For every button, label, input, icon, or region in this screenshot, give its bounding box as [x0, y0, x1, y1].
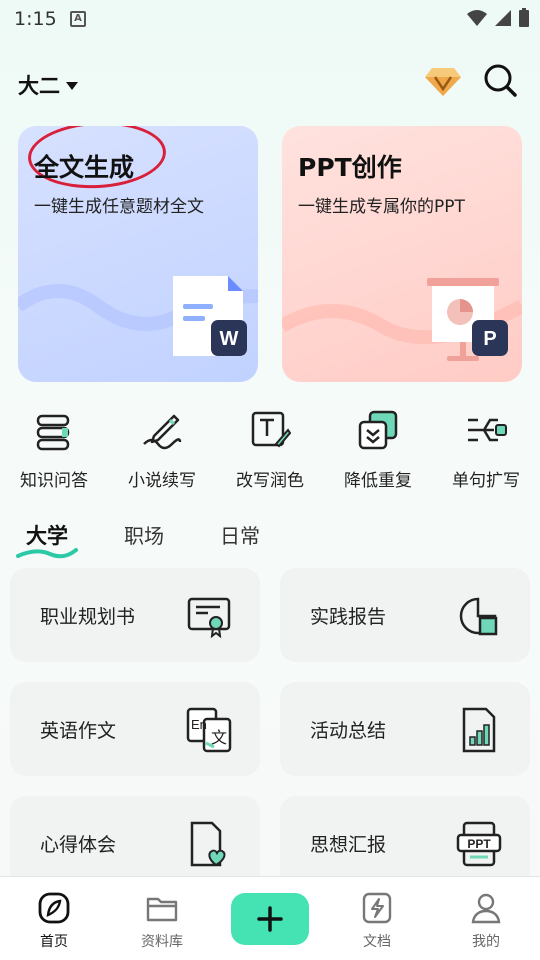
ppt-presentation-icon: P [282, 278, 522, 361]
svg-text:文: 文 [211, 728, 227, 747]
quick-reduce-duplicate[interactable]: 降低重复 [324, 408, 432, 498]
bottom-nav: 首页 资料库 文档 我的 [0, 876, 540, 960]
create-plus-button[interactable] [231, 893, 309, 945]
nav-mine[interactable]: 我的 [441, 891, 531, 951]
nav-label: 首页 [40, 934, 68, 950]
branch-icon [468, 418, 507, 442]
ppt-doc-icon: PPT [456, 821, 502, 867]
word-document-icon: W [18, 276, 258, 356]
status-time: 1:15 [14, 8, 57, 30]
quick-sentence-expand[interactable]: 单句扩写 [432, 408, 540, 498]
certificate-icon [187, 597, 231, 639]
category-tabs: 大学 职场 日常 [0, 514, 540, 560]
card-title: 全文生成 [34, 153, 135, 182]
folder-icon [146, 897, 178, 922]
template-label: 实践报告 [310, 606, 387, 628]
search-icon[interactable] [482, 62, 518, 98]
status-icons [466, 8, 530, 28]
word-badge: W [220, 328, 239, 350]
template-label: 英语作文 [40, 720, 117, 742]
svg-text:En: En [191, 717, 207, 732]
caret-down-icon [66, 82, 78, 90]
tab-workplace[interactable]: 职场 [124, 520, 164, 549]
tab-daily[interactable]: 日常 [220, 520, 260, 549]
a-box-icon: A [70, 11, 86, 27]
nav-label: 资料库 [141, 934, 183, 950]
text-edit-icon [251, 411, 292, 448]
grade-selector[interactable]: 大二 [18, 70, 78, 100]
diamond-icon[interactable] [424, 64, 462, 98]
template-label: 心得体会 [40, 834, 117, 856]
status-bar: 1:15 A [0, 0, 540, 40]
full-text-generate-card[interactable]: 全文生成 一键生成任意题材全文 W [18, 126, 258, 382]
top-header: 大二 [0, 56, 540, 112]
template-label: 职业规划书 [40, 606, 136, 628]
quick-knowledge-qa[interactable]: 知识问答 [0, 408, 108, 498]
quick-novel-continue[interactable]: 小说续写 [108, 408, 216, 498]
template-practice-report[interactable]: 实践报告 [280, 568, 530, 662]
battery-icon [519, 8, 529, 27]
quick-label: 知识问答 [20, 471, 88, 491]
svg-text:PPT: PPT [467, 837, 491, 851]
pen-squiggle-icon [143, 414, 182, 450]
wifi-icon [467, 10, 487, 26]
nav-label: 文档 [363, 934, 391, 950]
template-label: 思想汇报 [310, 834, 387, 856]
plus-icon [257, 906, 283, 932]
document-lightning-icon [362, 892, 392, 924]
layers-down-icon [358, 410, 398, 450]
home-leaf-icon [38, 892, 70, 924]
nav-docs[interactable]: 文档 [332, 891, 422, 951]
grade-label: 大二 [18, 74, 60, 98]
template-career-plan[interactable]: 职业规划书 [10, 568, 260, 662]
template-activity-summary[interactable]: 活动总结 [280, 682, 530, 776]
heart-doc-icon [190, 821, 226, 867]
template-english-essay[interactable]: 英语作文 En 文 [10, 682, 260, 776]
card-subtitle: 一键生成专属你的PPT [298, 197, 465, 217]
quick-label: 小说续写 [128, 471, 196, 491]
quick-label: 降低重复 [344, 471, 412, 491]
quick-rewrite-polish[interactable]: 改写润色 [216, 408, 324, 498]
nav-home[interactable]: 首页 [9, 891, 99, 951]
active-tab-underline [16, 548, 78, 559]
nav-label: 我的 [472, 934, 500, 950]
bar-doc-icon [462, 707, 496, 753]
signal-icon [495, 10, 511, 26]
quick-actions: 知识问答 小说续写 改写润色 降低重复 单句扩写 [0, 408, 540, 498]
quick-label: 单句扩写 [452, 471, 520, 491]
quick-label: 改写润色 [236, 471, 304, 491]
user-icon [471, 893, 501, 924]
ppt-badge: P [483, 328, 496, 350]
nav-library[interactable]: 资料库 [117, 891, 207, 951]
card-title: PPT创作 [298, 153, 402, 182]
card-subtitle: 一键生成任意题材全文 [34, 197, 204, 217]
translate-icon: En 文 [186, 707, 232, 753]
ppt-create-card[interactable]: PPT创作 一键生成专属你的PPT P [282, 126, 522, 382]
template-label: 活动总结 [310, 720, 387, 742]
pie-report-icon [459, 597, 498, 636]
books-icon [36, 414, 70, 451]
